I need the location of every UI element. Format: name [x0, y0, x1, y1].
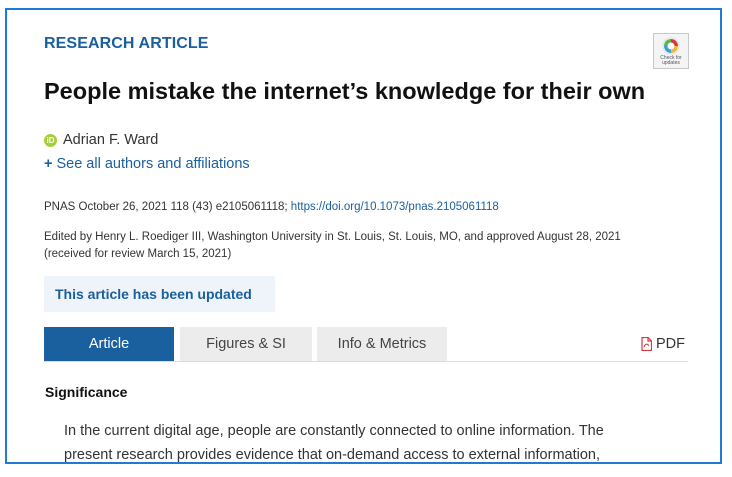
see-all-authors-link[interactable]: + See all authors and affiliations [44, 156, 250, 172]
significance-body: In the current digital age, people are c… [64, 419, 664, 463]
editor-line: Edited by Henry L. Roediger III, Washing… [44, 231, 621, 243]
pdf-download-link[interactable]: PDF [641, 327, 685, 361]
author-name[interactable]: Adrian F. Ward [63, 132, 158, 148]
article-updated-notice[interactable]: This article has been updated [44, 276, 275, 312]
tab-info-metrics-label: Info & Metrics [337, 336, 427, 352]
pdf-label: PDF [656, 336, 685, 352]
article-title: People mistake the internet’s knowledge … [44, 78, 646, 104]
article-updated-label: This article has been updated [55, 286, 252, 302]
tab-article[interactable]: Article [44, 327, 174, 361]
orcid-icon[interactable]: iD [44, 133, 57, 147]
tab-figures-si[interactable]: Figures & SI [180, 327, 312, 361]
doi-link[interactable]: https://doi.org/10.1073/pnas.2105061118 [291, 201, 499, 213]
significance-heading: Significance [45, 384, 128, 400]
article-page-frame: RESEARCH ARTICLE Check for updates Peopl… [5, 8, 722, 464]
significance-line-2: present research provides evidence that … [64, 447, 600, 463]
see-all-authors-label: See all authors and affiliations [56, 156, 250, 172]
tab-info-metrics[interactable]: Info & Metrics [317, 327, 447, 361]
check-badge-text: Check for updates [660, 56, 681, 66]
crossmark-icon [662, 37, 680, 55]
pdf-file-icon [641, 337, 652, 351]
significance-line-1: In the current digital age, people are c… [64, 423, 604, 439]
received-line: (received for review March 15, 2021) [44, 248, 232, 260]
editor-info: Edited by Henry L. Roediger III, Washing… [44, 229, 684, 263]
citation-line: PNAS October 26, 2021 118 (43) e21050611… [44, 201, 499, 213]
check-for-updates-badge[interactable]: Check for updates [653, 33, 689, 69]
article-tabs: Article Figures & SI Info & Metrics PDF [44, 327, 688, 362]
author-row[interactable]: iD Adrian F. Ward [44, 132, 158, 148]
tab-article-label: Article [88, 336, 130, 352]
check-badge-line2: updates [662, 60, 680, 66]
citation-text: PNAS October 26, 2021 118 (43) e21050611… [44, 201, 288, 213]
article-type-label: RESEARCH ARTICLE [44, 35, 209, 52]
tab-figures-si-label: Figures & SI [206, 336, 286, 352]
plus-icon: + [44, 156, 53, 172]
